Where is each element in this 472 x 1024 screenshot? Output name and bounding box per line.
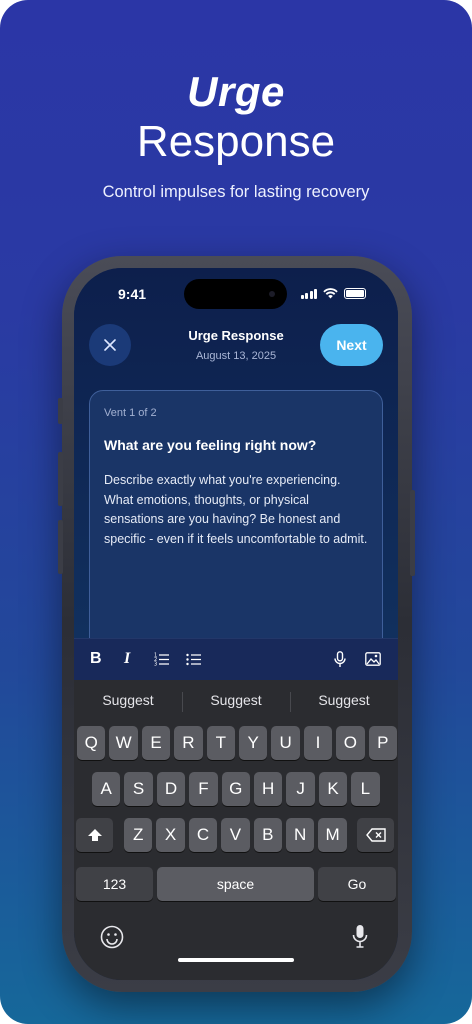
bold-icon[interactable]: B [90, 649, 102, 669]
key-m[interactable]: M [318, 818, 347, 852]
image-icon[interactable] [365, 652, 381, 666]
suggestion-bar: Suggest Suggest Suggest [74, 680, 398, 720]
headline-urge: Urge [187, 68, 285, 115]
space-key[interactable]: space [157, 867, 314, 901]
format-toolbar: B I 1 2 3 [74, 638, 398, 681]
volume-down-button [58, 520, 63, 574]
dynamic-island [184, 279, 287, 309]
key-u[interactable]: U [271, 726, 300, 760]
next-button[interactable]: Next [320, 324, 383, 366]
keyboard: Suggest Suggest Suggest QWERTYUIOP ASDFG… [74, 680, 398, 980]
suggestion-item[interactable]: Suggest [74, 692, 182, 708]
key-k[interactable]: K [318, 772, 348, 806]
key-z[interactable]: Z [124, 818, 153, 852]
headline-response: Response [136, 117, 336, 166]
key-p[interactable]: P [368, 726, 397, 760]
suggestion-item[interactable]: Suggest [182, 692, 290, 708]
italic-icon[interactable]: I [124, 649, 130, 669]
subtitle: Control impulses for lasting recovery [102, 183, 370, 201]
status-time: 9:41 [118, 286, 147, 302]
key-q[interactable]: Q [77, 726, 106, 760]
delete-icon [365, 828, 386, 842]
key-c[interactable]: C [188, 818, 218, 852]
bullet-list-icon[interactable] [186, 652, 201, 666]
battery-icon [344, 288, 366, 299]
delete-key[interactable] [357, 818, 394, 852]
key-j[interactable]: J [286, 772, 315, 806]
camera-dot [269, 291, 275, 297]
key-s[interactable]: S [124, 772, 153, 806]
key-t[interactable]: T [206, 726, 235, 760]
key-n[interactable]: N [286, 818, 315, 852]
key-v[interactable]: V [221, 818, 250, 852]
svg-text:3: 3 [154, 662, 157, 667]
volume-up-button [58, 452, 63, 506]
key-x[interactable]: X [156, 818, 185, 852]
key-l[interactable]: L [351, 772, 380, 806]
shift-key[interactable] [76, 818, 113, 852]
response-textarea[interactable]: Describe exactly what you're experiencin… [104, 471, 370, 549]
numbered-list-icon[interactable]: 1 2 3 [154, 652, 169, 666]
wifi-icon [323, 288, 338, 299]
numbers-key[interactable]: 123 [76, 867, 153, 901]
vent-card[interactable]: Vent 1 of 2 What are you feeling right n… [89, 390, 383, 652]
emoji-icon[interactable] [100, 925, 124, 949]
key-r[interactable]: R [174, 726, 203, 760]
key-g[interactable]: G [221, 772, 250, 806]
key-h[interactable]: H [254, 772, 283, 806]
key-y[interactable]: Y [239, 726, 268, 760]
silent-switch [58, 398, 63, 424]
key-a[interactable]: A [92, 772, 121, 806]
key-d[interactable]: D [156, 772, 186, 806]
phone-screen: 9:41 Urge Response August 13, 2025 Next … [74, 268, 398, 980]
key-e[interactable]: E [141, 726, 171, 760]
status-icons [300, 288, 366, 299]
key-b[interactable]: B [253, 818, 282, 852]
key-i[interactable]: I [303, 726, 333, 760]
key-w[interactable]: W [109, 726, 138, 760]
signal-icon [300, 288, 317, 299]
home-indicator [178, 958, 294, 962]
question-title: What are you feeling right now? [104, 437, 317, 453]
dictation-icon[interactable] [352, 924, 368, 949]
step-indicator: Vent 1 of 2 [104, 407, 157, 419]
suggestion-item[interactable]: Suggest [290, 692, 398, 708]
shift-icon [87, 829, 102, 841]
go-key[interactable]: Go [318, 867, 396, 901]
key-f[interactable]: F [189, 772, 218, 806]
key-o[interactable]: O [336, 726, 365, 760]
microphone-icon[interactable] [334, 651, 346, 668]
power-button [410, 490, 415, 576]
